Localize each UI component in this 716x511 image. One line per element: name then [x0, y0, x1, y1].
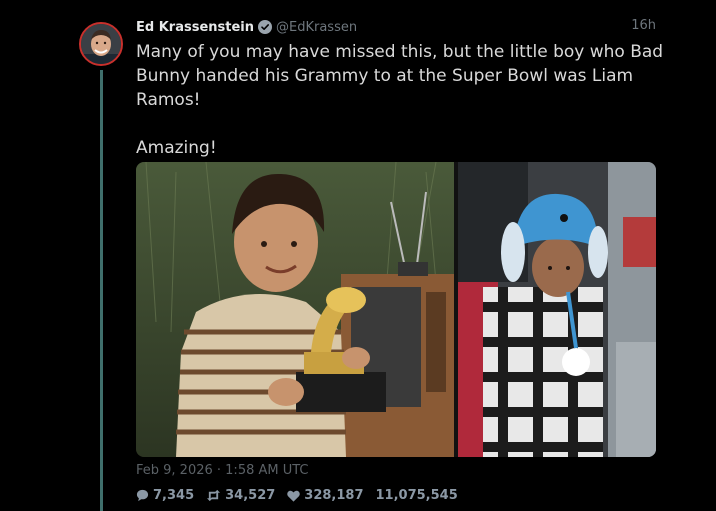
tweet-stats: 7,345 34,527 328,187 11,075,545 — [136, 488, 470, 503]
retweet-stat[interactable]: 34,527 — [206, 488, 275, 503]
thread-line — [100, 70, 103, 511]
views-stat[interactable]: 11,075,545 — [376, 488, 458, 503]
speech-bubble-icon — [136, 489, 149, 502]
views-count: 11,075,545 — [375, 488, 458, 503]
retweet-count: 34,527 — [225, 488, 276, 503]
author-handle[interactable]: @EdKrassen — [276, 20, 357, 35]
verified-badge-icon — [258, 20, 272, 34]
tweet-header: Ed Krassenstein @EdKrassen — [136, 17, 656, 37]
author-name[interactable]: Ed Krassenstein — [136, 20, 254, 35]
heart-icon — [287, 490, 301, 502]
photo-child-in-blue-hat[interactable] — [458, 162, 656, 457]
tweet-text: Many of you may have missed this, but th… — [136, 42, 664, 158]
tweet-timestamp[interactable]: 16h — [631, 18, 656, 33]
retweet-arrows-icon — [207, 489, 221, 502]
photo-boy-with-grammy[interactable] — [136, 162, 454, 457]
reply-count: 7,345 — [153, 488, 195, 503]
reply-stat[interactable]: 7,345 — [136, 488, 194, 503]
like-stat[interactable]: 328,187 — [287, 488, 364, 503]
tweet-date[interactable]: Feb 9, 2026 · 1:58 AM UTC — [136, 463, 309, 478]
tweet-media[interactable] — [136, 162, 656, 457]
tweet-screenshot: Ed Krassenstein @EdKrassen 16h Many of y… — [0, 0, 716, 511]
avatar[interactable] — [79, 22, 123, 66]
like-count: 328,187 — [304, 488, 364, 503]
